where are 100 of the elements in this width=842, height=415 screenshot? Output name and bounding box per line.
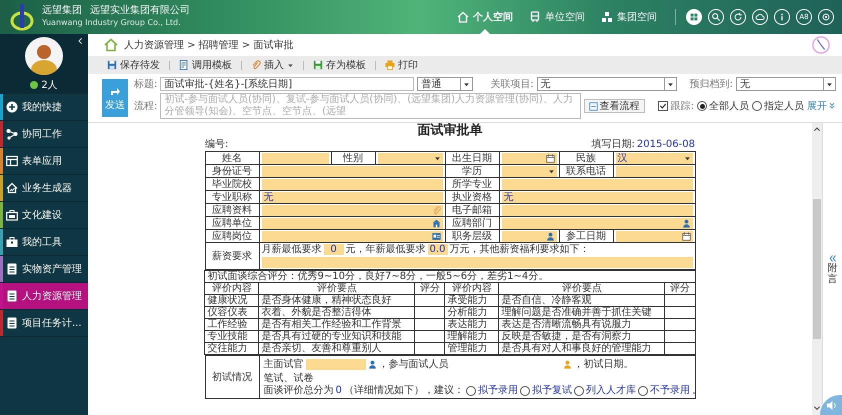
refresh-button[interactable] bbox=[730, 9, 746, 25]
table-cell: 理解能力 bbox=[444, 330, 499, 342]
sidebar-item[interactable]: 协同工作 bbox=[0, 121, 88, 148]
radio-button[interactable] bbox=[520, 386, 530, 396]
caret-icon bbox=[463, 80, 470, 88]
id-card-icon bbox=[432, 232, 440, 240]
person-icon bbox=[562, 360, 572, 369]
track-checkbox[interactable] bbox=[658, 101, 668, 111]
column-header: 评分 bbox=[414, 282, 445, 294]
radio-label: 指定人员 bbox=[764, 100, 804, 113]
table-cell: 交往能力 bbox=[204, 342, 259, 354]
speaker-icon bbox=[826, 400, 836, 410]
toolbar-button[interactable]: 插入 bbox=[246, 58, 299, 72]
end-mark: 。 bbox=[692, 385, 702, 396]
table-cell: 是否有相关工作经验和工作背景 bbox=[258, 318, 415, 330]
toolbar-button[interactable]: 存为模板 bbox=[308, 58, 371, 72]
avatar bbox=[25, 36, 63, 74]
sidebar-item[interactable]: 业务生成器 bbox=[0, 175, 88, 202]
field-label: 职务层级 bbox=[445, 230, 499, 242]
caret-icon bbox=[548, 168, 554, 174]
sidebar-item[interactable]: 我的快捷 bbox=[0, 94, 88, 121]
radio-button[interactable] bbox=[466, 386, 476, 396]
date-field[interactable] bbox=[502, 152, 556, 164]
settings-button[interactable] bbox=[818, 9, 834, 25]
input-field[interactable] bbox=[616, 166, 692, 176]
cloud-icon bbox=[755, 12, 765, 22]
archive-select[interactable]: 无 bbox=[736, 77, 836, 91]
note-tab[interactable]: 附言 bbox=[828, 262, 838, 284]
cloud-button[interactable] bbox=[752, 9, 768, 25]
select-field[interactable]: 汉 bbox=[616, 152, 692, 164]
input-field[interactable] bbox=[262, 152, 328, 164]
house-icon bbox=[457, 11, 469, 23]
table-cell: 工作经验 bbox=[204, 318, 259, 330]
table-cell: 是否身体健康，精神状态良好 bbox=[258, 294, 415, 306]
sidebar-item[interactable]: 文化建设 bbox=[0, 202, 88, 229]
search-button[interactable] bbox=[708, 9, 724, 25]
input-field[interactable] bbox=[262, 204, 442, 216]
form-title: 面试审批单 bbox=[418, 123, 482, 139]
toolbar-button[interactable]: 保存待发 bbox=[102, 58, 165, 72]
project-select[interactable]: 无 bbox=[536, 77, 677, 91]
sidebar-item[interactable]: 人力资源管理 bbox=[0, 283, 88, 310]
number-label: 编号: bbox=[205, 139, 228, 151]
field-label: 流程: bbox=[134, 100, 158, 113]
field-label: 所学专业 bbox=[445, 178, 499, 190]
plus-icon bbox=[6, 101, 18, 113]
input-field[interactable] bbox=[306, 359, 366, 370]
floppy-icon bbox=[313, 60, 323, 70]
radio-button[interactable] bbox=[752, 101, 762, 111]
field-label: 标题: bbox=[134, 78, 158, 91]
column-header: 评价内容 bbox=[204, 282, 259, 294]
salary-label: 月薪最低要求 bbox=[262, 244, 322, 255]
input-field[interactable] bbox=[502, 218, 692, 228]
sidebar-item[interactable]: 表单应用 bbox=[0, 148, 88, 175]
input-field[interactable] bbox=[262, 178, 442, 190]
fill-date: 2015-06-08 bbox=[636, 139, 695, 151]
scroll-down-icon bbox=[813, 404, 821, 412]
radio-button[interactable] bbox=[638, 386, 648, 396]
scrollbar-thumb[interactable] bbox=[813, 199, 821, 339]
document-icon bbox=[6, 317, 18, 329]
title-field[interactable]: 面试审批-{姓名}-[系统日期] bbox=[160, 77, 414, 91]
input-field[interactable] bbox=[502, 178, 692, 190]
table-cell: 反映是否敏捷，是否有洞察力 bbox=[498, 330, 665, 342]
paperclip-icon bbox=[251, 60, 261, 70]
input-field[interactable] bbox=[262, 230, 442, 242]
input-field[interactable] bbox=[502, 230, 556, 242]
input-field[interactable] bbox=[502, 204, 692, 216]
priority-select[interactable]: 普通 bbox=[417, 77, 474, 91]
collapse-icon bbox=[77, 36, 85, 46]
caret-icon bbox=[826, 80, 833, 88]
input-field[interactable] bbox=[262, 257, 692, 268]
view-flow-button[interactable]: 查看流程 bbox=[584, 99, 645, 113]
radio-button[interactable] bbox=[574, 386, 584, 396]
nav-tab[interactable]: 集团空间 bbox=[593, 0, 665, 34]
select-field[interactable] bbox=[378, 152, 442, 164]
nav-tab[interactable]: 单位空间 bbox=[521, 0, 593, 34]
person-icon bbox=[682, 218, 690, 228]
input-field[interactable]: 0.0 bbox=[428, 244, 448, 255]
participants-label: ，参与面试人员 bbox=[378, 359, 448, 370]
salary-label: 元，年薪最低要求 bbox=[346, 244, 426, 255]
input-field[interactable]: 0 bbox=[324, 244, 344, 255]
expand-link[interactable]: 展开 bbox=[807, 99, 836, 113]
select-field[interactable] bbox=[502, 166, 556, 176]
input-field[interactable] bbox=[262, 166, 442, 176]
radio-label: 拟予录用 bbox=[478, 385, 518, 396]
info-button[interactable] bbox=[774, 9, 790, 25]
input-field[interactable]: 无 bbox=[502, 192, 692, 202]
date-field[interactable] bbox=[616, 230, 692, 242]
table-cell: 承受能力 bbox=[444, 294, 499, 306]
toolbar-button[interactable]: 调用模板 bbox=[174, 58, 237, 72]
house-icon bbox=[104, 38, 118, 52]
radio-button[interactable] bbox=[697, 101, 707, 111]
input-field[interactable]: 无 bbox=[262, 192, 442, 202]
toolbar-button[interactable]: 打印 bbox=[380, 58, 423, 72]
sidebar-item[interactable]: 我的工具 bbox=[0, 229, 88, 256]
person-icon bbox=[546, 232, 554, 240]
apps-button[interactable] bbox=[686, 9, 702, 25]
sidebar-item[interactable]: 项目任务计... bbox=[0, 310, 88, 337]
input-field[interactable] bbox=[262, 218, 442, 228]
written-test-label: 笔试、试卷 bbox=[264, 373, 314, 384]
clock-icon bbox=[812, 36, 830, 54]
